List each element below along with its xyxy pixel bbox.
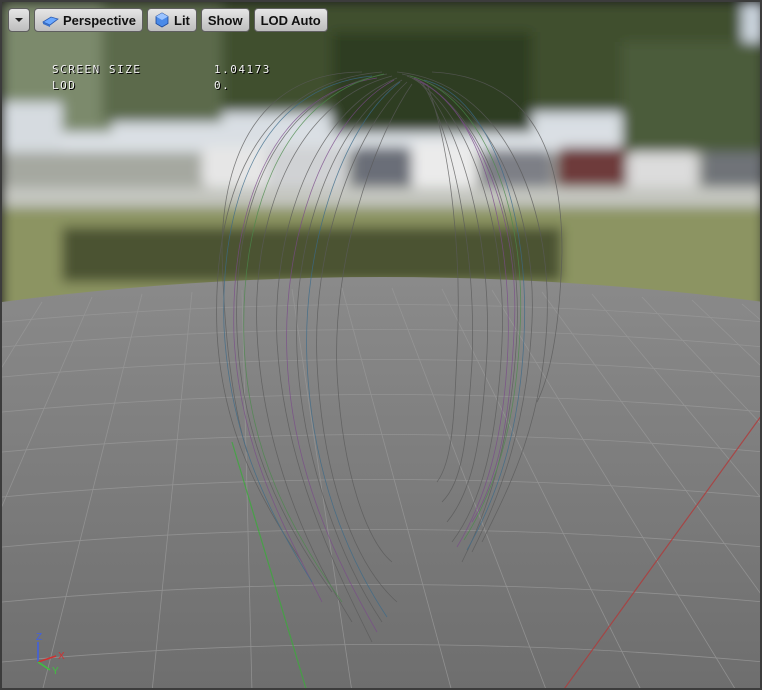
grid-floor <box>2 277 760 688</box>
show-label: Show <box>207 12 243 28</box>
lod-row: LOD 0. <box>52 78 271 94</box>
lit-view-mode-button[interactable]: Lit <box>147 8 197 32</box>
screen-size-value: 1.04173 <box>214 63 271 76</box>
show-flags-button[interactable]: Show <box>200 8 250 32</box>
perspective-cube-icon <box>42 16 59 27</box>
lit-label: Lit <box>174 12 190 28</box>
screen-size-label: SCREEN SIZE <box>52 63 142 76</box>
chevron-down-icon <box>15 18 23 22</box>
x-axis-label: X <box>58 651 65 662</box>
lod-stat-value: 0. <box>214 79 231 92</box>
screen-size-row: SCREEN SIZE 1.04173 <box>52 62 271 78</box>
viewport-options-menu-button[interactable] <box>8 8 30 32</box>
perspective-label: Perspective <box>63 12 136 28</box>
lod-selector-button[interactable]: LOD Auto <box>253 8 328 32</box>
lod-label: LOD Auto <box>260 12 321 28</box>
perspective-view-button[interactable]: Perspective <box>34 8 143 32</box>
y-axis-line <box>37 661 51 671</box>
background-environment <box>2 2 760 317</box>
viewport-stats-overlay: SCREEN SIZE 1.04173 LOD 0. <box>52 62 271 94</box>
x-axis-line <box>37 655 57 663</box>
lod-stat-label: LOD <box>52 79 77 92</box>
z-axis-label: Z <box>36 632 42 643</box>
lit-sphere-icon <box>155 12 169 28</box>
viewport-scene[interactable] <box>2 2 762 690</box>
y-axis-label: Y <box>52 666 59 676</box>
level-viewport[interactable]: Perspective Lit Show LOD Auto SCREEN SIZ… <box>0 0 762 690</box>
viewport-toolbar: Perspective Lit Show LOD Auto <box>8 8 328 32</box>
axis-gizmo: Z X Y <box>36 632 65 676</box>
